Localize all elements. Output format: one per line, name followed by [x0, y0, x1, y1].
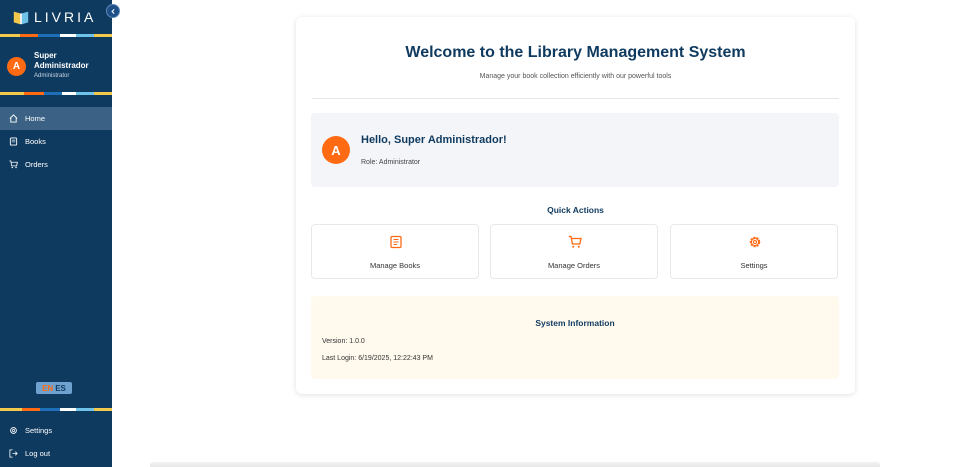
color-stripe-mid [0, 92, 112, 95]
book-icon [390, 235, 402, 249]
avatar: A [7, 57, 26, 76]
language-switcher[interactable]: EN ES [36, 382, 72, 394]
settings-button[interactable]: Settings [670, 224, 838, 279]
manage-orders-button[interactable]: Manage Orders [490, 224, 658, 279]
system-information-title: System Information [535, 318, 615, 328]
sidebar-item-label: Log out [25, 449, 51, 458]
quick-action-label: Settings [740, 261, 768, 270]
user-name: Super Administrador [34, 51, 89, 70]
color-stripe-top [0, 34, 112, 37]
sidebar-item-label: Orders [25, 160, 48, 169]
logout-icon [9, 449, 18, 458]
collapse-sidebar-button[interactable] [106, 4, 120, 18]
last-login-text: Last Login: 6/19/2025, 12:22:43 PM [322, 355, 433, 362]
color-stripe-bottom [0, 408, 112, 411]
brand-logo[interactable]: LIVRIA [12, 6, 96, 28]
sidebar-bottom-nav: Settings Log out [0, 419, 112, 465]
page-subtitle: Manage your book collection efficiently … [479, 73, 672, 80]
brand-name: LIVRIA [34, 9, 97, 25]
sidebar: LIVRIA A Super Administrador Administrat… [0, 0, 112, 467]
version-text: Version: 1.0.0 [322, 338, 365, 345]
cart-icon [568, 235, 582, 248]
sidebar-item-label: Home [25, 114, 46, 123]
greeting-role: Role: Administrator [361, 159, 421, 166]
sidebar-item-label: Settings [25, 426, 53, 435]
gear-icon [749, 236, 761, 248]
divider [312, 98, 839, 99]
language-en[interactable]: EN [42, 384, 53, 393]
bottom-edge [150, 462, 880, 467]
sidebar-item-home[interactable]: Home [0, 107, 112, 130]
cart-icon [9, 160, 18, 169]
quick-actions-title: Quick Actions [547, 205, 604, 215]
sidebar-item-books[interactable]: Books [0, 130, 112, 153]
page-title: Welcome to the Library Management System [405, 44, 746, 61]
greeting-text: Hello, Super Administrador! [361, 134, 507, 146]
gear-icon [10, 427, 17, 434]
greeting-panel: A Hello, Super Administrador! Role: Admi… [311, 113, 839, 187]
sidebar-item-label: Books [25, 137, 46, 146]
avatar: A [322, 136, 350, 164]
system-information-panel: System Information Version: 1.0.0 Last L… [311, 296, 839, 379]
manage-books-button[interactable]: Manage Books [311, 224, 479, 279]
dashboard-card: Welcome to the Library Management System… [296, 17, 855, 394]
book-icon [9, 137, 18, 146]
language-es[interactable]: ES [55, 384, 66, 393]
user-profile: A Super Administrador Administrator [7, 51, 94, 79]
sidebar-item-settings[interactable]: Settings [0, 419, 112, 442]
open-book-icon [13, 11, 29, 25]
sidebar-nav: Home Books Orders [0, 107, 112, 176]
chevron-left-icon [110, 8, 115, 14]
home-icon [9, 114, 18, 123]
sidebar-item-logout[interactable]: Log out [0, 442, 112, 465]
sidebar-item-orders[interactable]: Orders [0, 153, 112, 176]
quick-action-label: Manage Books [369, 261, 421, 270]
quick-action-label: Manage Orders [547, 261, 601, 270]
user-role: Administrator [34, 73, 70, 79]
